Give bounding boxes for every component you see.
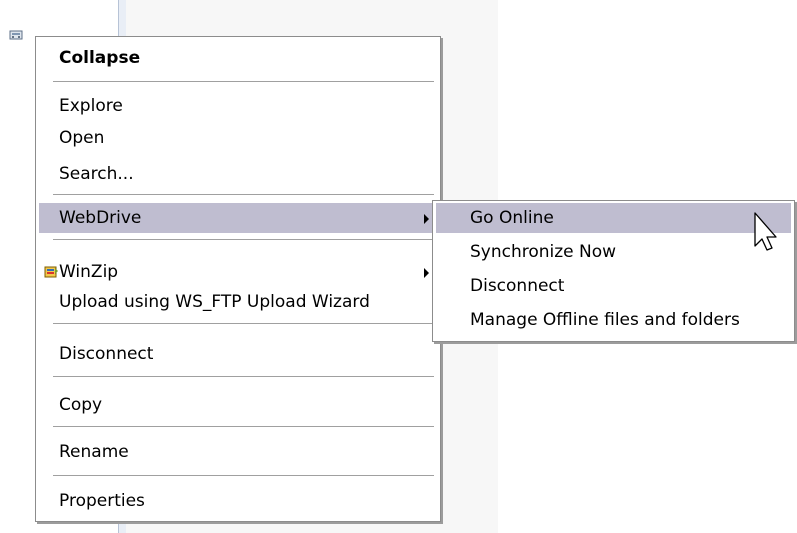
context-menu: Collapse Explore Open Search... WebDrive…	[35, 36, 441, 522]
menu-separator	[53, 194, 434, 196]
menu-item-winzip[interactable]: WinZip	[39, 257, 437, 287]
menu-item-winzip-label: WinZip	[59, 262, 119, 282]
webdrive-submenu: Go Online Synchronize Now Disconnect Man…	[432, 200, 795, 342]
submenu-arrow-icon	[424, 268, 429, 278]
submenu-item-disconnect[interactable]: Disconnect	[436, 271, 791, 301]
menu-item-copy[interactable]: Copy	[39, 390, 437, 420]
menu-item-open[interactable]: Open	[39, 123, 437, 153]
menu-item-webdrive-label: WebDrive	[59, 208, 142, 228]
menu-separator	[53, 475, 434, 477]
submenu-item-manage-offline[interactable]: Manage Offline files and folders	[436, 305, 791, 335]
winzip-icon	[44, 266, 58, 278]
menu-separator	[53, 323, 434, 325]
menu-item-disconnect[interactable]: Disconnect	[39, 339, 437, 369]
menu-separator	[53, 376, 434, 378]
menu-item-properties[interactable]: Properties	[39, 486, 437, 516]
menu-item-rename[interactable]: Rename	[39, 437, 437, 467]
menu-separator	[53, 239, 434, 241]
submenu-item-go-online[interactable]: Go Online	[436, 203, 791, 233]
menu-item-search[interactable]: Search...	[39, 159, 437, 189]
menu-separator	[53, 81, 434, 83]
network-drive-icon[interactable]	[8, 27, 24, 43]
menu-item-webdrive[interactable]: WebDrive	[39, 203, 437, 233]
menu-separator	[53, 426, 434, 428]
explorer-window: Collapse Explore Open Search... WebDrive…	[0, 0, 797, 533]
menu-item-explore[interactable]: Explore	[39, 91, 437, 121]
arrow-cursor-icon	[754, 212, 777, 251]
submenu-item-synchronize-now[interactable]: Synchronize Now	[436, 237, 791, 267]
submenu-arrow-icon	[424, 214, 429, 224]
menu-item-upload-wizard[interactable]: Upload using WS_FTP Upload Wizard	[39, 287, 437, 317]
menu-item-collapse[interactable]: Collapse	[39, 43, 437, 73]
